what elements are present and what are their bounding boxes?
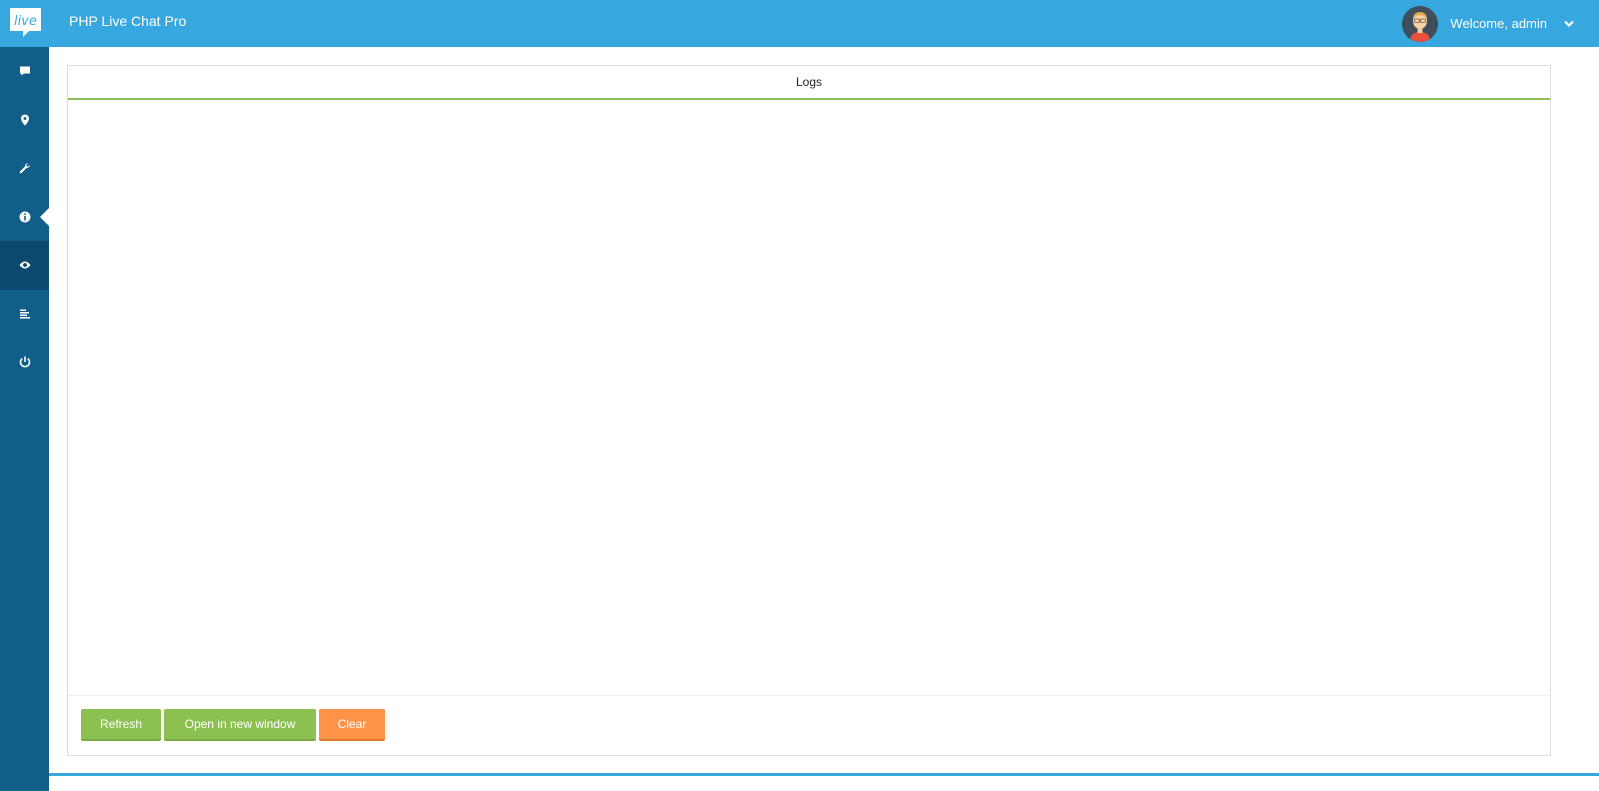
app-title: PHP Live Chat Pro xyxy=(69,13,187,29)
open-new-window-button[interactable]: Open in new window xyxy=(164,709,316,741)
clear-button[interactable]: Clear xyxy=(319,709,385,741)
chevron-down-icon[interactable] xyxy=(1557,14,1581,34)
welcome-text[interactable]: Welcome, admin xyxy=(1450,16,1547,31)
map-marker-icon xyxy=(20,114,29,126)
log-content-area[interactable] xyxy=(68,100,1550,696)
panel-title: Logs xyxy=(68,66,1550,100)
panel-footer: Refresh Open in new window Clear xyxy=(68,696,1550,741)
user-menu[interactable]: Welcome, admin xyxy=(1402,0,1599,47)
chat-bubble-icon xyxy=(19,66,30,76)
top-bar: live PHP Live Chat Pro Welcome, admin xyxy=(0,0,1599,47)
refresh-button[interactable]: Refresh xyxy=(81,709,161,741)
sidebar-item-logout[interactable] xyxy=(0,338,49,387)
sidebar-item-info[interactable] xyxy=(0,193,49,242)
active-pointer xyxy=(40,207,49,226)
sidebar-item-reports[interactable] xyxy=(0,290,49,339)
avatar[interactable] xyxy=(1402,5,1439,42)
eye-icon xyxy=(19,261,30,269)
sidebar-item-logs[interactable] xyxy=(0,241,49,290)
wrench-icon xyxy=(19,163,30,174)
logo[interactable]: live xyxy=(9,7,42,38)
align-left-icon xyxy=(19,309,30,319)
sidebar-item-location[interactable] xyxy=(0,96,49,145)
sidebar-item-chats[interactable] xyxy=(0,47,49,96)
sidebar xyxy=(0,47,49,791)
user-avatar-icon xyxy=(1402,5,1439,42)
logs-panel: Logs Refresh Open in new window Clear xyxy=(67,65,1551,756)
info-icon xyxy=(18,211,30,223)
chat-logo-icon: live xyxy=(10,8,41,37)
svg-text:live: live xyxy=(14,14,37,29)
sidebar-item-settings[interactable] xyxy=(0,144,49,193)
power-icon xyxy=(19,356,30,368)
bottom-divider xyxy=(49,773,1599,776)
